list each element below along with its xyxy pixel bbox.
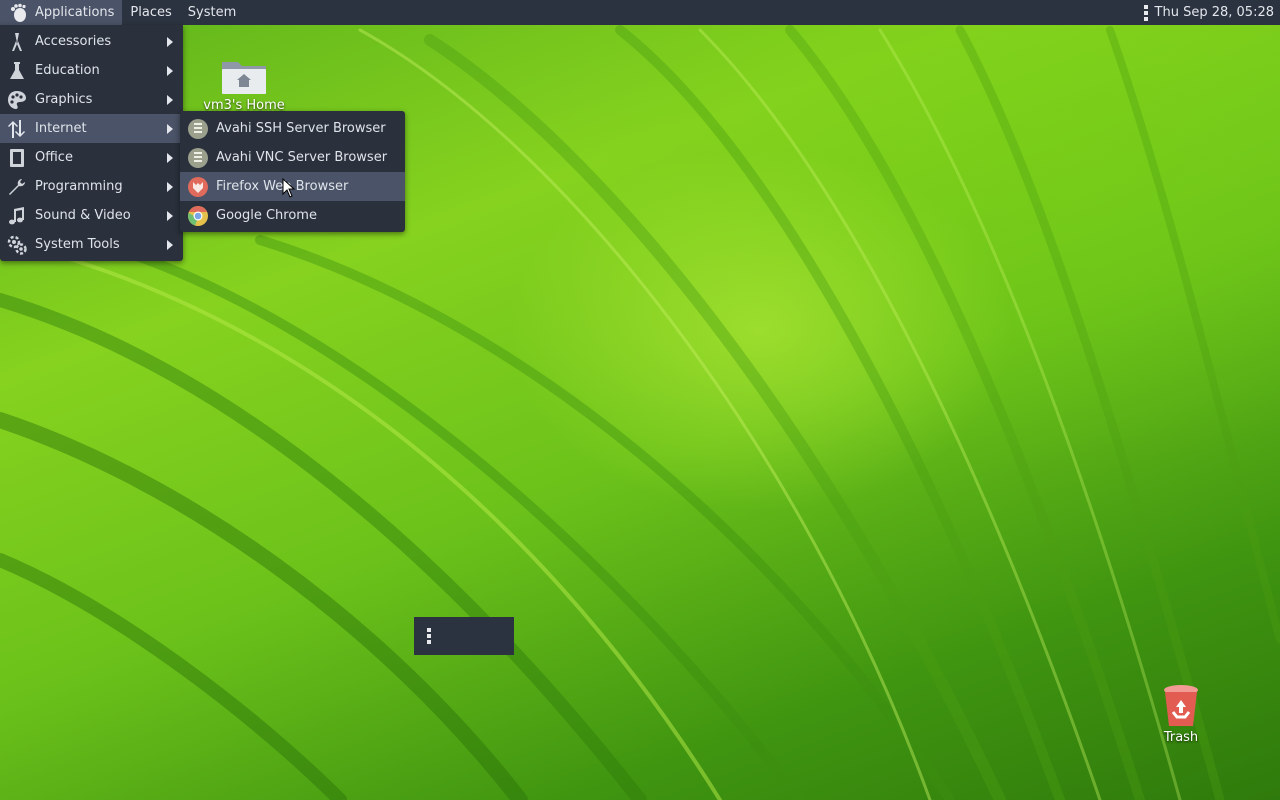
bottom-panel <box>414 617 514 655</box>
submenu-arrow-icon <box>167 182 173 192</box>
network-arrows-icon <box>6 118 28 140</box>
submenu-item-avahi-vnc[interactable]: Avahi VNC Server Browser <box>180 143 405 172</box>
places-menu-button[interactable]: Places <box>122 0 179 25</box>
trash-desktop-label: Trash <box>1163 730 1199 745</box>
menu-item-label: Office <box>35 150 73 165</box>
home-desktop-label: vm3's Home <box>203 98 285 113</box>
submenu-arrow-icon <box>167 211 173 221</box>
music-note-icon <box>6 205 28 227</box>
menu-item-system-tools[interactable]: System Tools <box>0 230 183 259</box>
menu-item-label: Internet <box>35 121 87 136</box>
accessories-icon <box>6 31 28 53</box>
top-panel: Applications Places System Thu Sep 28, 0… <box>0 0 1280 25</box>
desktop[interactable]: Applications Places System Thu Sep 28, 0… <box>0 0 1280 800</box>
panel-handle-icon[interactable] <box>414 628 436 644</box>
submenu-arrow-icon <box>167 66 173 76</box>
avahi-server-icon <box>187 118 209 140</box>
chrome-icon <box>187 205 209 227</box>
menu-item-office[interactable]: Office <box>0 143 183 172</box>
submenu-arrow-icon <box>167 124 173 134</box>
applications-menu-label: Applications <box>35 5 115 20</box>
places-menu-label: Places <box>130 5 172 20</box>
system-menu-button[interactable]: System <box>180 0 244 25</box>
palette-icon <box>6 89 28 111</box>
menu-item-label: System Tools <box>35 237 120 252</box>
document-icon <box>6 147 28 169</box>
wrench-icon <box>6 176 28 198</box>
menu-item-label: Sound & Video <box>35 208 131 223</box>
flask-icon <box>6 60 28 82</box>
trash-desktop-icon[interactable]: Trash <box>1140 684 1222 745</box>
gears-icon <box>6 234 28 256</box>
submenu-arrow-icon <box>167 153 173 163</box>
submenu-item-label: Avahi SSH Server Browser <box>216 121 386 136</box>
submenu-item-label: Avahi VNC Server Browser <box>216 150 388 165</box>
clock[interactable]: Thu Sep 28, 05:28 <box>1153 5 1280 20</box>
submenu-arrow-icon <box>167 240 173 250</box>
panel-handle-icon[interactable] <box>1139 4 1153 21</box>
home-folder-icon <box>222 62 266 94</box>
menu-item-sound-video[interactable]: Sound & Video <box>0 201 183 230</box>
home-desktop-icon[interactable]: vm3's Home <box>200 56 288 113</box>
menu-item-label: Education <box>35 63 100 78</box>
applications-menu: Accessories Education Graphics Internet <box>0 25 183 261</box>
applications-menu-button[interactable]: Applications <box>0 0 123 25</box>
menu-item-label: Programming <box>35 179 123 194</box>
menu-item-graphics[interactable]: Graphics <box>0 85 183 114</box>
internet-submenu: Avahi SSH Server Browser Avahi VNC Serve… <box>180 111 405 232</box>
submenu-arrow-icon <box>167 37 173 47</box>
gnome-foot-icon <box>11 3 26 22</box>
menu-item-education[interactable]: Education <box>0 56 183 85</box>
mouse-pointer-icon <box>282 178 296 198</box>
submenu-arrow-icon <box>167 95 173 105</box>
menu-item-internet[interactable]: Internet <box>0 114 183 143</box>
firefox-icon <box>187 176 209 198</box>
avahi-server-icon <box>187 147 209 169</box>
menu-item-label: Accessories <box>35 34 112 49</box>
menu-item-label: Graphics <box>35 92 93 107</box>
menu-item-programming[interactable]: Programming <box>0 172 183 201</box>
menu-item-accessories[interactable]: Accessories <box>0 27 183 56</box>
submenu-item-google-chrome[interactable]: Google Chrome <box>180 201 405 230</box>
panel-right-area: Thu Sep 28, 05:28 <box>1139 0 1280 25</box>
trash-icon <box>1164 685 1198 726</box>
submenu-item-avahi-ssh[interactable]: Avahi SSH Server Browser <box>180 114 405 143</box>
system-menu-label: System <box>187 5 237 20</box>
submenu-item-label: Google Chrome <box>216 208 317 223</box>
